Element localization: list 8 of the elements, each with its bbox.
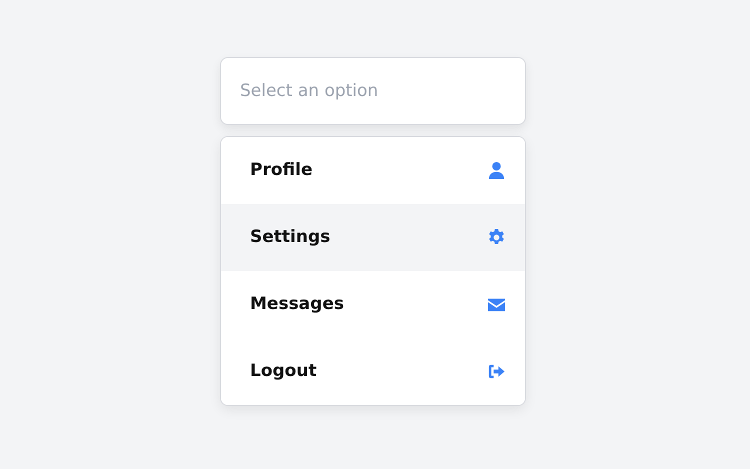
menu-item[interactable]: Settings [221, 204, 525, 271]
settings-icon [487, 228, 506, 247]
logout-icon [487, 362, 506, 381]
user-icon [487, 161, 506, 180]
menu-item[interactable]: Messages [221, 271, 525, 338]
select-field[interactable]: Select an option [220, 57, 526, 125]
menu-item[interactable]: Logout [221, 338, 525, 405]
menu-item[interactable]: Profile [221, 137, 525, 204]
